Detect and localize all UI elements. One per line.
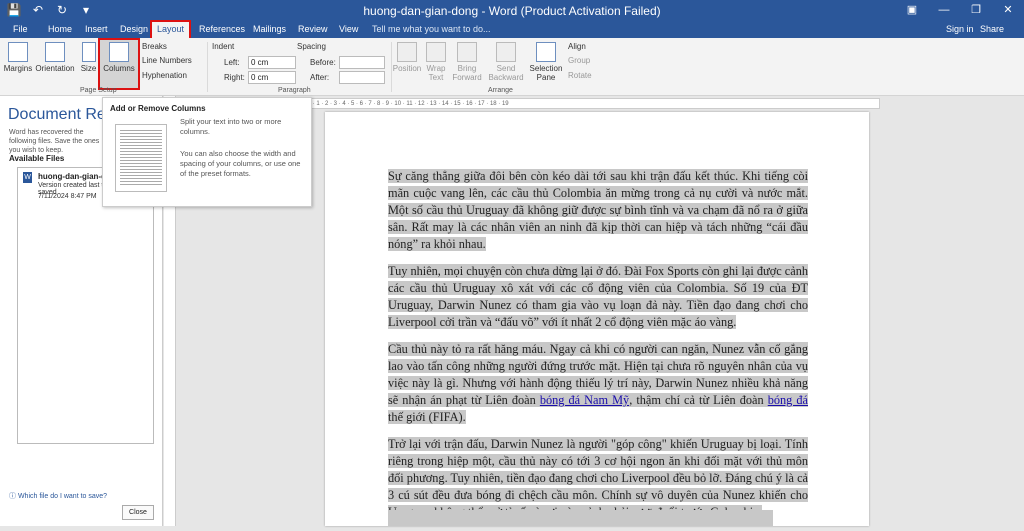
ribbon-tabs: File Home Insert Design Layout Reference… (0, 20, 1024, 40)
spacing-heading: Spacing (297, 42, 326, 51)
position-icon (397, 42, 417, 62)
send-backward-icon (496, 42, 516, 62)
tab-layout[interactable]: Layout (149, 20, 192, 40)
arrange-group-label: Arrange (488, 87, 513, 94)
title-bar: 💾 ↶ ↻ ▾ huong-dan-gian-dong - Word (Prod… (0, 0, 1024, 22)
share-button[interactable]: Share (980, 22, 1004, 37)
columns-preview-image (115, 124, 167, 192)
spacing-after-field[interactable] (339, 71, 385, 84)
columns-button[interactable]: Columns (98, 38, 140, 90)
link-bong-da[interactable]: bóng đá (767, 393, 808, 407)
ribbon-options-icon[interactable]: ▣ (896, 0, 928, 22)
group-button[interactable]: Group (568, 56, 590, 65)
pane-description: Word has recovered the following files. … (9, 129, 100, 154)
file-timestamp: 7/11/2024 8:47 PM (38, 193, 97, 200)
orientation-button[interactable]: Orientation (34, 42, 76, 73)
indent-left-field[interactable]: 0 cm (248, 56, 296, 69)
separator (207, 42, 208, 92)
spacing-before-field[interactable] (339, 56, 385, 69)
available-files-heading: Available Files (9, 154, 65, 163)
recovered-file-item[interactable]: W huong-dan-gian-dong Version created la… (17, 167, 154, 444)
indent-right-field[interactable]: 0 cm (248, 71, 296, 84)
hyphenation-button[interactable]: Hyphenation (142, 71, 187, 80)
window-controls: ▣ — ❐ ✕ (896, 0, 1024, 22)
align-button[interactable]: Align (568, 42, 586, 51)
send-backward-button[interactable]: Send Backward (486, 42, 526, 82)
tab-design[interactable]: Design (120, 22, 148, 38)
paragraph-group-label: Paragraph (278, 87, 311, 94)
bring-forward-button[interactable]: Bring Forward (450, 42, 484, 82)
margins-icon (8, 42, 28, 62)
selection-highlight (388, 510, 773, 526)
paragraph: Tuy nhiên, mọi chuyện còn chưa dừng lại … (388, 264, 808, 329)
page-setup-group-label: Page Setup (80, 87, 117, 94)
line-numbers-button[interactable]: Line Numbers (142, 56, 192, 65)
orientation-icon (45, 42, 65, 62)
paragraph: Sự căng thẳng giữa đôi bên còn kéo dài t… (388, 169, 808, 251)
tab-view[interactable]: View (339, 22, 358, 38)
position-button[interactable]: Position (392, 42, 422, 73)
spacing-after-label: After: (310, 73, 330, 82)
rotate-button[interactable]: Rotate (568, 71, 592, 80)
paragraph: Cầu thủ này tỏ ra rất hăng máu. Ngay cả … (388, 342, 808, 424)
wrap-text-button[interactable]: Wrap Text (424, 42, 448, 82)
bring-forward-icon (457, 42, 477, 62)
spacing-before-label: Before: (310, 58, 336, 67)
horizontal-ruler[interactable]: · 1 · 2 · 3 · 4 · 5 · 6 · 7 · 8 · 9 · 10… (310, 98, 880, 109)
ribbon: Margins Orientation Size Columns Breaks … (0, 38, 1024, 96)
columns-tooltip: Add or Remove Columns Split your text in… (102, 97, 312, 207)
indent-right-label: Right: (224, 73, 245, 82)
tab-mailings[interactable]: Mailings (253, 22, 286, 38)
minimize-icon[interactable]: — (928, 0, 960, 22)
tooltip-title: Add or Remove Columns (110, 104, 206, 113)
selection-pane-button[interactable]: Selection Pane (528, 42, 564, 82)
indent-left-label: Left: (224, 58, 240, 67)
size-icon (81, 42, 96, 62)
restore-icon[interactable]: ❐ (960, 0, 992, 22)
wrap-text-icon (426, 42, 446, 62)
size-button[interactable]: Size (80, 42, 97, 73)
columns-icon (109, 42, 129, 62)
link-bong-da-nam-my[interactable]: bóng đá Nam Mỹ (539, 393, 630, 407)
tab-insert[interactable]: Insert (85, 22, 108, 38)
tab-references[interactable]: References (199, 22, 245, 38)
which-file-help-link[interactable]: ⓘ Which file do I want to save? (9, 491, 107, 501)
selection-pane-icon (536, 42, 556, 62)
paragraph: Trở lại với trận đấu, Darwin Nunez là ng… (388, 436, 808, 521)
indent-heading: Indent (212, 42, 235, 51)
word-file-icon: W (23, 172, 32, 183)
breaks-button[interactable]: Breaks (142, 42, 167, 51)
close-button[interactable]: Close (122, 505, 154, 520)
tab-review[interactable]: Review (298, 22, 328, 38)
tab-file[interactable]: File (13, 22, 28, 38)
tooltip-text: You can also choose the width and spacin… (180, 149, 301, 178)
close-window-icon[interactable]: ✕ (992, 0, 1024, 22)
tab-home[interactable]: Home (48, 22, 72, 38)
margins-button[interactable]: Margins (3, 42, 33, 73)
sign-in-link[interactable]: Sign in (946, 22, 974, 37)
tell-me-search[interactable]: Tell me what you want to do... (372, 22, 491, 37)
tooltip-text: Split your text into two or more columns… (180, 117, 282, 136)
window-title: huong-dan-gian-dong - Word (Product Acti… (363, 4, 661, 18)
document-body[interactable]: Sự căng thẳng giữa đôi bên còn kéo dài t… (388, 168, 808, 531)
